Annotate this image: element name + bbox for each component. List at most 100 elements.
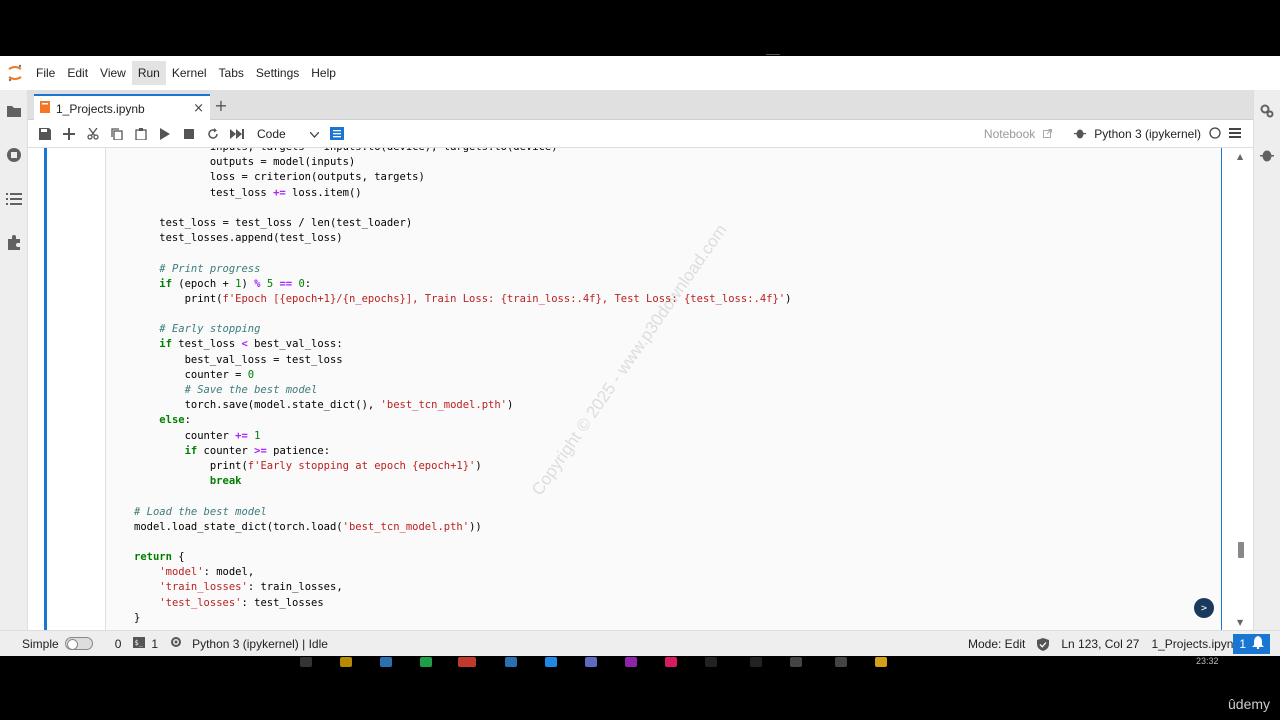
menu-run[interactable]: Run [131,61,166,85]
kernels-count[interactable]: $_ 1 [127,636,164,651]
top-black-bar [0,0,1280,56]
taskbar-app-icon[interactable] [545,657,557,667]
debugger-icon[interactable] [1258,146,1276,164]
code-line[interactable]: loss = criterion(outputs, targets) [134,170,1234,185]
terminals-count[interactable]: 0 [109,637,128,651]
code-line[interactable]: model.load_state_dict(torch.load('best_t… [134,520,1234,535]
code-line[interactable]: print(f'Early stopping at epoch {epoch+1… [134,459,1234,474]
kernel-name[interactable]: Python 3 (ipykernel) [1094,127,1201,141]
cell-type-select[interactable]: Code [253,124,323,144]
taskbar-app-icon[interactable] [380,657,392,667]
paste-icon[interactable] [129,122,153,146]
code-line[interactable]: torch.save(model.state_dict(), 'best_tcn… [134,398,1234,413]
assistant-icon[interactable]: > [1194,598,1214,618]
code-line[interactable]: counter += 1 [134,429,1234,444]
run-cell-icon[interactable] [153,122,177,146]
code-line[interactable]: 'train_losses': train_losses, [134,580,1234,595]
code-line[interactable] [134,535,1234,550]
code-line[interactable]: test_loss += loss.item() [134,186,1234,201]
taskbar-app-icon[interactable] [790,657,802,667]
taskbar-app-icon[interactable] [750,657,762,667]
taskbar-app-icon[interactable] [340,657,352,667]
scrollbar-thumb[interactable] [1238,542,1244,558]
open-in-notebook-link[interactable]: Notebook [984,127,1035,141]
restart-kernel-icon[interactable] [201,122,225,146]
menu-file[interactable]: File [30,61,61,85]
taskbar-app-icon[interactable] [505,657,517,667]
menu-edit[interactable]: Edit [61,61,94,85]
udemy-logo: ûdemy [1228,696,1271,712]
menu-kernel[interactable]: Kernel [166,61,213,85]
new-tab-button[interactable]: + [210,94,232,116]
code-line[interactable]: break [134,474,1234,489]
table-of-contents-icon[interactable] [5,190,23,208]
menu-tabs[interactable]: Tabs [213,61,250,85]
menu-bar: File Edit View Run Kernel Tabs Settings … [0,56,1280,90]
close-tab-icon[interactable]: × [193,101,204,116]
menu-settings[interactable]: Settings [250,61,305,85]
cursor-position[interactable]: Ln 123, Col 27 [1055,637,1145,651]
code-line[interactable]: 'model': model, [134,565,1234,580]
taskbar-app-icon[interactable] [875,657,887,667]
simple-mode[interactable]: Simple [16,637,99,651]
copy-icon[interactable] [105,122,129,146]
taskbar-app-icon[interactable] [705,657,717,667]
property-toggle-icon[interactable] [325,122,349,146]
code-line[interactable]: else: [134,413,1234,428]
kernel-status[interactable]: Python 3 (ipykernel) | Idle [164,636,334,651]
menu-icon[interactable] [1229,127,1241,141]
code-line[interactable] [134,201,1234,216]
taskbar-app-icon[interactable] [665,657,677,667]
insert-cell-icon[interactable] [57,122,81,146]
taskbar-clock: 23:32 [1196,656,1219,666]
code-line[interactable] [134,246,1234,261]
folder-icon[interactable] [5,102,23,120]
taskbar-app-icon[interactable] [625,657,637,667]
vertical-scrollbar[interactable]: ▲ ▼ [1234,148,1248,630]
code-line[interactable]: # Early stopping [134,322,1234,337]
taskbar-app-icon[interactable] [835,657,847,667]
taskbar-app-icon[interactable] [458,657,476,667]
save-icon[interactable] [33,122,57,146]
cut-icon[interactable] [81,122,105,146]
shield-icon[interactable] [1031,637,1055,651]
code-editor[interactable]: inputs, targets = inputs.to(device), tar… [134,148,1234,626]
taskbar-app-icon[interactable] [585,657,597,667]
code-line[interactable]: 'test_losses': test_losses [134,596,1234,611]
code-line[interactable]: counter = 0 [134,368,1234,383]
code-line[interactable]: test_loss = test_loss / len(test_loader) [134,216,1234,231]
scroll-up-icon[interactable]: ▲ [1237,152,1243,161]
code-line[interactable]: # Save the best model [134,383,1234,398]
code-line[interactable]: test_losses.append(test_loss) [134,231,1234,246]
extensions-icon[interactable] [5,234,23,252]
simple-mode-toggle[interactable] [64,637,93,650]
code-line[interactable]: } [134,611,1234,626]
restart-run-all-icon[interactable] [225,122,249,146]
code-line[interactable] [134,307,1234,322]
status-bar: Simple 0 $_ 1 Python 3 (ipykernel) | Idl… [0,630,1280,656]
running-kernels-icon[interactable] [5,146,23,164]
terminals-count-value: 0 [114,636,122,651]
bug-icon[interactable] [1074,127,1087,142]
scroll-down-icon[interactable]: ▼ [1237,618,1243,627]
code-line[interactable]: inputs, targets = inputs.to(device), tar… [134,148,1234,155]
code-line[interactable]: outputs = model(inputs) [134,155,1234,170]
code-line[interactable]: if test_loss < best_val_loss: [134,337,1234,352]
taskbar-app-icon[interactable] [420,657,432,667]
code-line[interactable]: return { [134,550,1234,565]
code-line[interactable] [134,489,1234,504]
code-line[interactable]: # Load the best model [134,505,1234,520]
interrupt-kernel-icon[interactable] [177,122,201,146]
notebook-toolbar: Code Notebook Python 3 (ipykernel) [28,120,1253,148]
code-line[interactable]: if counter >= patience: [134,444,1234,459]
notifications-count: 1 [1239,637,1246,651]
code-line[interactable]: best_val_loss = test_loss [134,353,1234,368]
notifications-button[interactable]: 1 [1233,634,1270,654]
taskbar-app-icon[interactable] [300,657,312,667]
menu-view[interactable]: View [94,61,132,85]
left-sidebar [0,90,28,630]
notebook-icon [40,101,50,116]
property-inspector-icon[interactable] [1258,102,1276,120]
menu-help[interactable]: Help [305,61,342,85]
tab-notebook[interactable]: 1_Projects.ipynb × [34,94,210,121]
